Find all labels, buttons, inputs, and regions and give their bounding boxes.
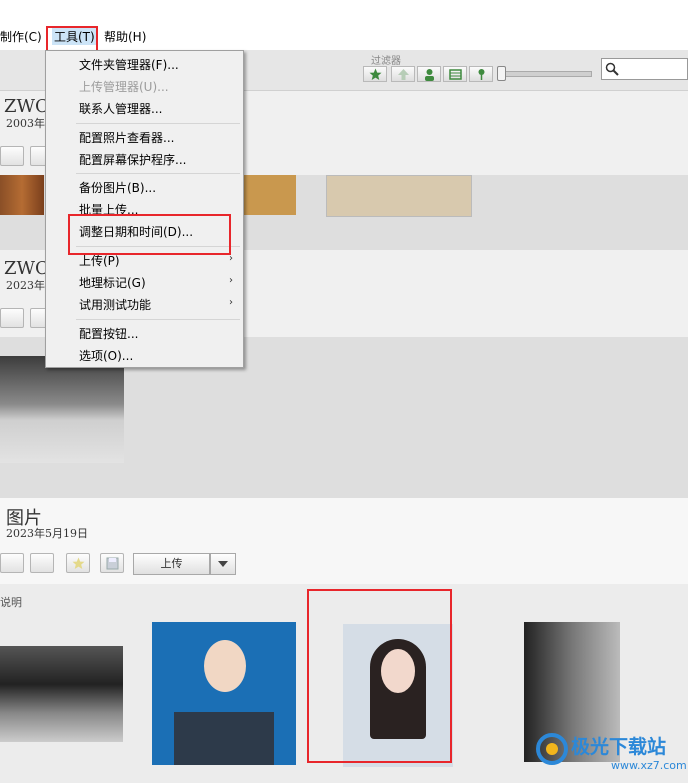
chevron-down-icon xyxy=(218,561,228,567)
watermark: 极光下载站 www.xz7.com xyxy=(535,728,687,780)
menu-item-geotag[interactable]: 地理标记(G) xyxy=(79,274,146,291)
thumbnail-portrait-photo[interactable] xyxy=(152,622,296,765)
pin-icon xyxy=(478,69,485,80)
menu-bar: 制作(C) 工具(T) 帮助(H) xyxy=(0,24,688,50)
folder-date: 2023年5月19日 xyxy=(6,527,88,540)
add-photo-button[interactable] xyxy=(0,308,24,328)
folder-title: ZWC xyxy=(4,96,49,117)
zoom-slider-knob[interactable] xyxy=(497,66,506,81)
star-button[interactable] xyxy=(66,553,90,573)
selected-photo-highlight xyxy=(307,589,452,763)
thumbnail-rock-photo[interactable] xyxy=(0,646,123,742)
folder-header-pictures: 图片 2023年5月19日 xyxy=(0,498,688,584)
search-icon xyxy=(605,62,619,76)
star-icon xyxy=(72,557,85,569)
thumbnail[interactable] xyxy=(244,175,296,215)
save-button[interactable] xyxy=(100,553,124,573)
tools-menu: 文件夹管理器(F)... 上传管理器(U)... 联系人管理器... 配置照片查… xyxy=(45,50,244,368)
filter-upload-button[interactable] xyxy=(391,66,415,82)
portrait-body xyxy=(174,712,274,765)
menu-item-upload-manager: 上传管理器(U)... xyxy=(79,80,169,94)
upload-icon xyxy=(398,69,409,80)
menu-item-backup[interactable]: 备份图片(B)... xyxy=(79,179,156,196)
adjust-date-highlight xyxy=(68,214,231,255)
folder-title: ZWC xyxy=(4,258,49,279)
menu-help[interactable]: 帮助(H) xyxy=(104,28,146,45)
menu-item-options[interactable]: 选项(O)... xyxy=(79,347,133,364)
folder-date: 2023年 xyxy=(6,279,45,292)
search-input[interactable] xyxy=(601,58,688,80)
filter-person-button[interactable] xyxy=(417,66,441,82)
thumbnail[interactable] xyxy=(326,175,472,217)
menu-tools-highlight xyxy=(46,26,98,52)
filter-film-button[interactable] xyxy=(443,66,467,82)
menu-item-folder-manager[interactable]: 文件夹管理器(F)... xyxy=(79,56,179,73)
folder-date: 2003年 xyxy=(6,117,45,130)
upload-dropdown-button[interactable] xyxy=(210,553,236,575)
menu-make[interactable]: 制作(C) xyxy=(0,28,42,45)
menu-item-beta-features[interactable]: 试用测试功能 xyxy=(79,296,151,313)
caption-hint: 说明 xyxy=(0,596,22,609)
star-icon xyxy=(369,68,382,80)
watermark-text: 极光下载站 xyxy=(571,736,667,758)
menu-item-screensaver-config[interactable]: 配置屏幕保护程序... xyxy=(79,151,186,168)
filter-star-button[interactable] xyxy=(363,66,387,82)
slideshow-button[interactable] xyxy=(30,553,54,573)
person-icon xyxy=(425,69,434,81)
filter-label: 过滤器 xyxy=(371,56,401,67)
submenu-arrow-icon: › xyxy=(229,275,233,286)
menu-item-photo-viewer-config[interactable]: 配置照片查看器... xyxy=(79,129,174,146)
add-photo-button[interactable] xyxy=(0,146,24,166)
thumbnail-building-photo[interactable] xyxy=(0,356,124,463)
film-icon xyxy=(449,69,462,80)
menu-separator xyxy=(76,123,240,124)
filter-pin-button[interactable] xyxy=(469,66,493,82)
submenu-arrow-icon: › xyxy=(229,297,233,308)
save-icon xyxy=(106,557,119,570)
add-photo-button[interactable] xyxy=(0,553,24,573)
menu-item-configure-buttons[interactable]: 配置按钮... xyxy=(79,325,138,342)
zoom-slider-track[interactable] xyxy=(500,71,592,77)
menu-item-contacts-manager[interactable]: 联系人管理器... xyxy=(79,100,162,117)
portrait-face xyxy=(204,640,246,692)
upload-button[interactable]: 上传 xyxy=(133,553,210,575)
thumbnail[interactable] xyxy=(0,175,44,215)
watermark-url: www.xz7.com xyxy=(611,759,687,772)
menu-separator xyxy=(76,173,240,174)
menu-separator xyxy=(76,319,240,320)
watermark-logo-icon xyxy=(536,733,568,765)
